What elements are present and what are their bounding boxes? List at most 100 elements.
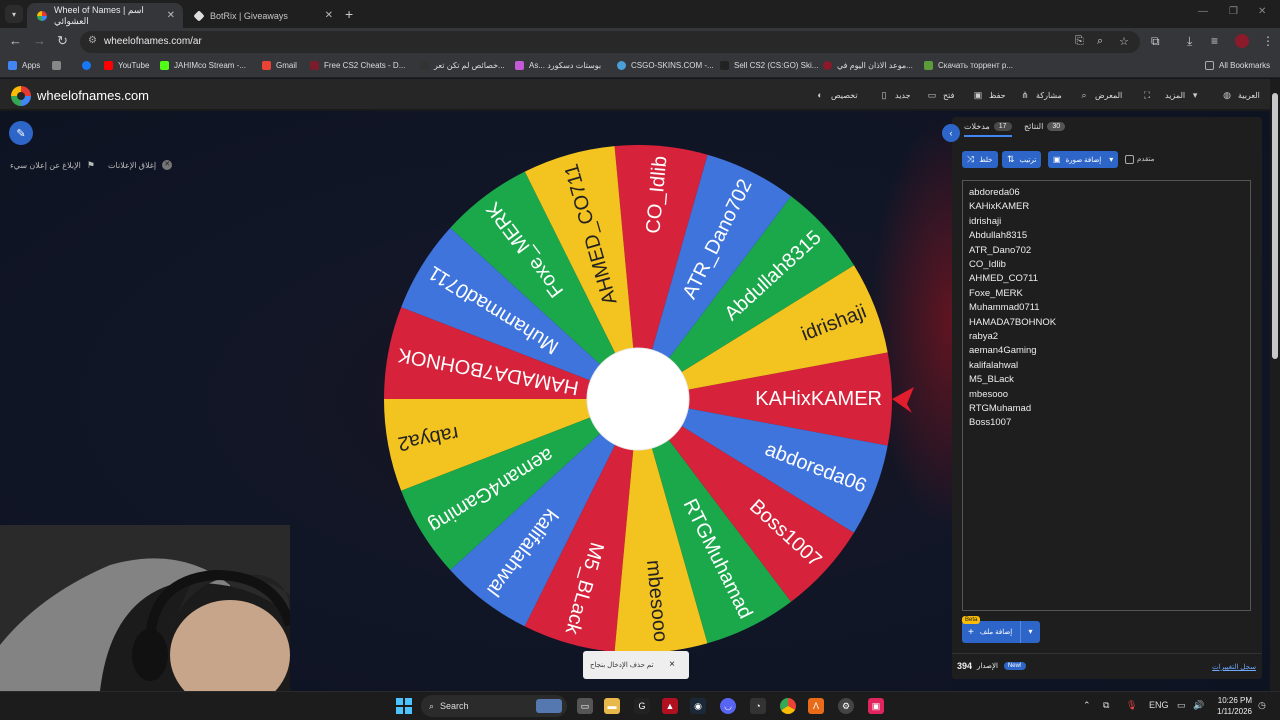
site-name[interactable]: wheelofnames.com [37, 88, 149, 103]
entries-textarea[interactable]: abdoreda06 KAHixKAMER idrishaji Abdullah831… [962, 180, 1251, 611]
file-explorer-icon[interactable]: ▬ [604, 698, 620, 714]
media-icon[interactable]: ≡ [1211, 34, 1218, 48]
forward-icon[interactable]: → [33, 33, 46, 48]
webcam-overlay [0, 525, 290, 691]
collapse-panel-chevron-icon[interactable]: ‹ [942, 124, 960, 142]
site-icon [924, 61, 933, 70]
address-bar[interactable]: ⚙ wheelofnames.com/ar ⎘ ⌕ ☆ [80, 31, 1140, 53]
bookmark-star-icon[interactable]: ☆ [1119, 35, 1129, 48]
blender-icon[interactable]: Λ [808, 698, 824, 714]
riot-icon[interactable]: ▲ [662, 698, 678, 714]
all-bookmarks[interactable]: All Bookmarks [1205, 61, 1270, 70]
discord-icon[interactable]: ◡ [720, 698, 736, 714]
page-scrollbar[interactable] [1270, 79, 1280, 691]
close-window-icon[interactable]: ✕ [1258, 6, 1266, 17]
advanced-checkbox[interactable] [1125, 155, 1134, 164]
steam-icon[interactable]: ◉ [690, 698, 706, 714]
wheel-of-names[interactable]: KAHixKAMERidrishajiAbdullah8315ATR_Dano7… [380, 145, 920, 665]
settings-gear-icon[interactable]: ⚙ [838, 698, 854, 714]
plus-icon: + [968, 626, 974, 638]
minimize-icon[interactable]: — [1198, 6, 1208, 17]
version-label: الإصدار [977, 663, 998, 670]
edit-pencil-icon[interactable]: ✎ [9, 121, 33, 145]
close-ads-link[interactable]: إغلاق الإعلانات ✕ [108, 160, 173, 170]
notifications-icon[interactable]: ◷ [1258, 700, 1266, 711]
bookmark-gmail[interactable]: Gmail [262, 61, 297, 70]
tab-results[interactable]: النتائج 30 [1024, 122, 1066, 131]
tab-botrix[interactable]: BotRix | Giveaways ✕ [185, 3, 341, 28]
back-icon[interactable]: ← [9, 33, 22, 48]
bookmark-prayer-times[interactable]: موعد الاذان اليوم في... [823, 61, 913, 70]
bookmark-youtube[interactable]: YouTube [104, 61, 149, 70]
menu-new[interactable]: ▯ جديد [874, 90, 911, 101]
tray-app-icon[interactable]: ⧉ [1103, 700, 1109, 711]
bookmark-apps[interactable]: Apps [8, 61, 40, 70]
report-ad-link[interactable]: الإبلاغ عن إعلان سيء ⚑ [10, 160, 95, 171]
bookmark-features[interactable]: خصائص لم تكن تعر... [420, 61, 505, 70]
language-indicator[interactable]: ENG [1149, 700, 1169, 710]
task-view-icon[interactable]: ▭ [577, 698, 593, 714]
network-icon[interactable]: ▭ [1177, 700, 1186, 711]
bookmark-discord-posts[interactable]: As... بوستات دسكورد [515, 61, 601, 70]
microphone-icon[interactable]: 🎙 [1126, 700, 1137, 711]
menu-kebab-icon[interactable]: ⋮ [1262, 34, 1274, 48]
menu-save[interactable]: ▣ حفظ [968, 90, 1006, 101]
add-sheet-button[interactable]: + إضافة ملف ▾ [962, 621, 1040, 643]
bookmark-grid[interactable] [52, 61, 66, 70]
bookmark-csgo-skins[interactable]: CSGO-SKINS.COM -... [617, 61, 714, 70]
site-info-icon[interactable]: ⚙ [88, 35, 97, 46]
close-tab-icon[interactable]: ✕ [167, 10, 175, 21]
profile-avatar[interactable] [1235, 34, 1249, 48]
entry-line: abdoreda06 [969, 187, 1020, 198]
sort-button[interactable]: ⇅ ترتيب [1002, 151, 1042, 168]
scrollbar-thumb[interactable] [1272, 93, 1278, 359]
reload-icon[interactable]: ↻ [57, 33, 68, 49]
tab-search-button[interactable]: ▾ [5, 5, 23, 23]
menu-share[interactable]: ⋔ مشاركة [1015, 90, 1062, 101]
menu-fullscreen[interactable]: ⛶ [1137, 90, 1152, 101]
chrome-icon[interactable] [780, 698, 796, 714]
palette-icon: ◐ [817, 90, 823, 100]
search-highlight-image [536, 699, 562, 713]
caret-down-icon[interactable]: ▾ [1020, 621, 1040, 643]
streamer-webcam-image [0, 525, 290, 691]
wheel-pointer [892, 387, 914, 413]
menu-language[interactable]: ◍ العربية [1217, 90, 1260, 101]
windows-start-icon[interactable] [396, 698, 412, 714]
add-image-button[interactable]: ▣ إضافة صورة ▾ [1048, 151, 1119, 168]
bookmark-facebook[interactable] [82, 61, 96, 70]
system-clock[interactable]: 10:26 PM 1/11/2026 [1208, 695, 1252, 717]
zoom-icon[interactable]: ⌕ [1097, 35, 1103, 48]
toast-close-button[interactable]: × [669, 659, 675, 670]
extensions-icon[interactable]: ⧉ [1151, 34, 1160, 49]
wheel-center[interactable] [586, 347, 690, 451]
menu-open[interactable]: ▭ فتح [922, 90, 955, 101]
translate-icon[interactable]: ⎘ [1075, 35, 1084, 48]
app-icon[interactable]: ◔ [750, 698, 766, 714]
bookmark-cs2-cheats[interactable]: Free CS2 Cheats - D... [310, 61, 405, 70]
site-icon [310, 61, 319, 70]
bookmark-jahimco[interactable]: JAHIMco Stream -... [160, 61, 246, 70]
shuffle-button[interactable]: ⤨ خلط [962, 151, 998, 168]
close-tab-icon[interactable]: ✕ [325, 10, 333, 21]
menu-gallery[interactable]: ⌕ المعرض [1074, 90, 1122, 101]
downloads-icon[interactable]: ⤓ [1187, 34, 1192, 49]
new-tab-button[interactable]: + [345, 6, 353, 22]
changelog-link[interactable]: سجل التغييرات [1212, 663, 1256, 671]
maximize-icon[interactable]: ❐ [1229, 6, 1238, 17]
menu-more[interactable]: المزيد ▾ [1165, 90, 1200, 101]
browser-toolbar: ← → ↻ ⚙ wheelofnames.com/ar ⎘ ⌕ ☆ ⧉ ⤓ ≡ … [0, 28, 1280, 56]
menu-customize[interactable]: ◐ تخصيص [810, 90, 857, 100]
bookmark-torrent[interactable]: Скачать торрент р... [924, 61, 1013, 70]
ghub-icon[interactable]: G [634, 698, 650, 714]
taskbar-search[interactable]: ⌕ Search [421, 695, 567, 717]
tab-entries[interactable]: مدخلات 17 [964, 122, 1012, 137]
wheel-logo-icon[interactable] [11, 86, 31, 106]
tray-chevron-icon[interactable]: ⌃ [1083, 700, 1091, 711]
tab-wheel-of-names[interactable]: Wheel of Names | اسم العشوائي ✕ [27, 3, 183, 28]
bookmark-sell-cs2[interactable]: Sell CS2 (CS:GO) Ski... [720, 61, 818, 70]
volume-icon[interactable]: 🔊 [1193, 700, 1204, 711]
clock-time: 10:26 PM [1217, 696, 1252, 705]
beta-badge: Beta [962, 616, 981, 624]
streaming-app-icon[interactable]: ▣ [868, 698, 884, 714]
